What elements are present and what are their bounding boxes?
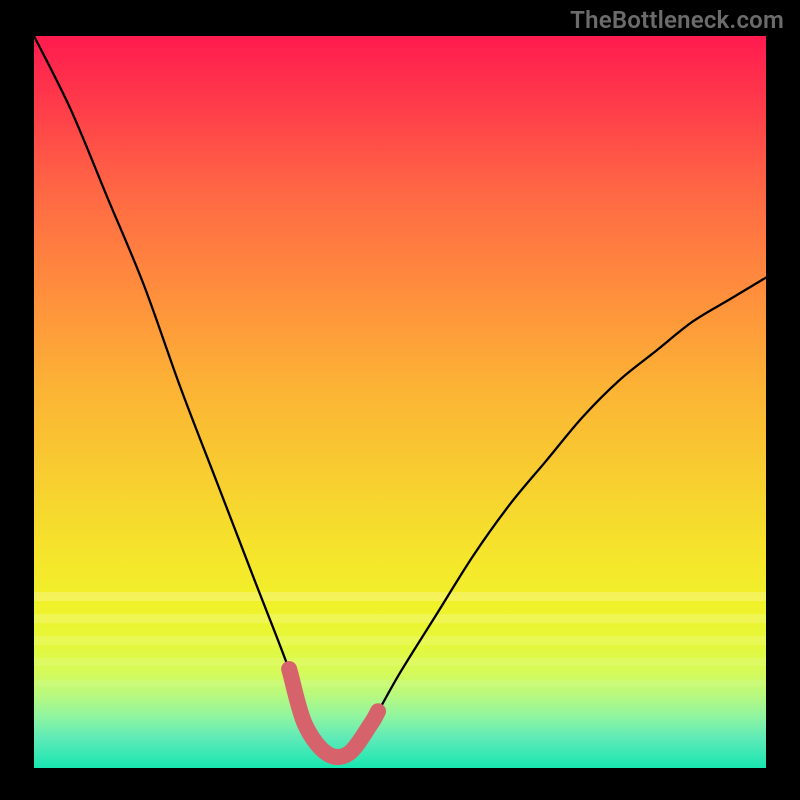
watermark-text: TheBottleneck.com [570,8,784,32]
plot-area [34,36,766,768]
bottleneck-curve [34,36,766,757]
optimal-range-marker [289,669,378,757]
chart-container: TheBottleneck.com [0,0,800,800]
curve-svg [34,36,766,768]
